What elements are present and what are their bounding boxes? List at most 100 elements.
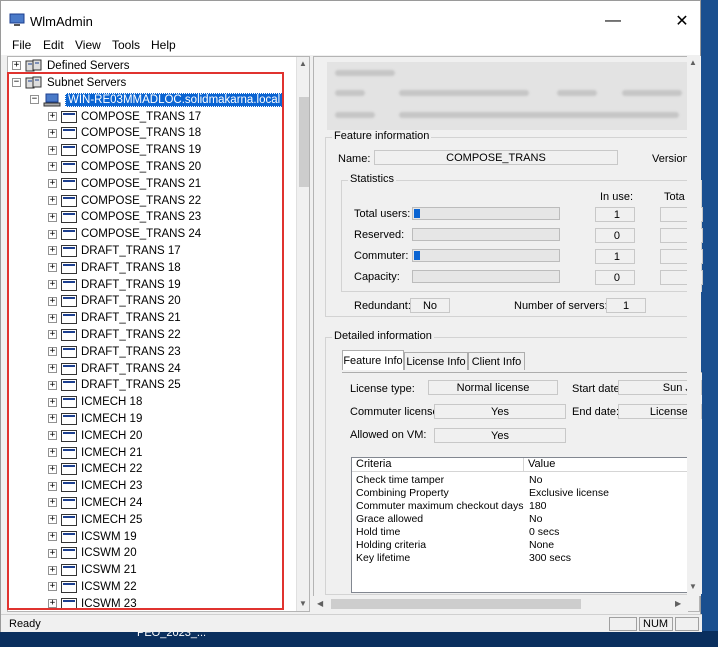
menu-tools[interactable]: Tools: [112, 38, 140, 52]
minimize-button[interactable]: —: [590, 7, 636, 35]
scroll-up-icon[interactable]: ▲: [689, 58, 697, 67]
expand-icon[interactable]: +: [48, 464, 57, 474]
close-button[interactable]: ✕: [659, 7, 705, 35]
value-cell: 180: [529, 500, 547, 512]
tree-item-feature[interactable]: + DRAFT_TRANS 18: [48, 259, 181, 276]
scroll-down-icon[interactable]: ▼: [689, 582, 697, 591]
tree-item-feature[interactable]: + COMPOSE_TRANS 22: [48, 192, 201, 209]
expand-icon[interactable]: +: [48, 498, 57, 508]
tree-item-feature[interactable]: + ICMECH 20: [48, 427, 142, 444]
tree-item-label: DRAFT_TRANS 20: [81, 295, 181, 308]
tree-item-feature[interactable]: + COMPOSE_TRANS 17: [48, 108, 201, 125]
column-header-value[interactable]: Value: [524, 458, 688, 472]
tree-item-feature[interactable]: + ICSWM 22: [48, 578, 137, 595]
tree-item-feature[interactable]: + COMPOSE_TRANS 19: [48, 142, 201, 159]
expand-icon[interactable]: +: [48, 397, 57, 407]
tab-feature-info[interactable]: Feature Info: [342, 350, 404, 370]
expand-icon[interactable]: +: [48, 565, 57, 575]
tree-item-feature[interactable]: + ICMECH 23: [48, 478, 142, 495]
expand-icon[interactable]: +: [48, 246, 57, 256]
tree-item-feature[interactable]: + COMPOSE_TRANS 20: [48, 158, 201, 175]
scroll-right-icon[interactable]: ▶: [675, 599, 681, 608]
tree-item-label: Defined Servers: [47, 59, 130, 72]
expand-icon[interactable]: +: [48, 431, 57, 441]
tree-item-feature[interactable]: + ICMECH 24: [48, 494, 142, 511]
blurred-server-info: [327, 62, 687, 130]
scrollbar-thumb[interactable]: [331, 599, 581, 609]
expand-icon[interactable]: +: [48, 313, 57, 323]
server-tree[interactable]: + Defined Servers − Subnet Servers − WIN…: [7, 56, 310, 612]
expand-icon[interactable]: +: [48, 347, 57, 357]
details-horizontal-scrollbar[interactable]: ◀ ▶: [313, 596, 688, 612]
menu-help[interactable]: Help: [151, 38, 176, 52]
collapse-icon[interactable]: −: [30, 95, 39, 104]
scroll-left-icon[interactable]: ◀: [317, 599, 323, 608]
expand-icon[interactable]: +: [48, 296, 57, 306]
expand-icon[interactable]: +: [48, 582, 57, 592]
tree-item-feature[interactable]: + COMPOSE_TRANS 23: [48, 209, 201, 226]
computer-icon: [43, 93, 61, 106]
expand-icon[interactable]: +: [48, 179, 57, 189]
tree-item-feature[interactable]: + DRAFT_TRANS 19: [48, 276, 181, 293]
tree-item-feature[interactable]: + DRAFT_TRANS 23: [48, 343, 181, 360]
expand-icon[interactable]: +: [48, 481, 57, 491]
expand-icon[interactable]: +: [48, 212, 57, 222]
expand-icon[interactable]: +: [48, 280, 57, 289]
scrollbar-thumb[interactable]: [299, 97, 309, 187]
feature-icon: [61, 429, 77, 442]
tree-item-feature[interactable]: + ICMECH 18: [48, 394, 142, 411]
tree-item-feature[interactable]: + COMPOSE_TRANS 18: [48, 125, 201, 142]
menu-edit[interactable]: Edit: [43, 38, 64, 52]
scroll-up-icon[interactable]: ▲: [299, 59, 307, 68]
expand-icon[interactable]: +: [48, 548, 57, 558]
expand-icon[interactable]: +: [12, 61, 21, 70]
expand-icon[interactable]: +: [48, 599, 57, 609]
expand-icon[interactable]: +: [48, 145, 57, 155]
tree-item-feature[interactable]: + ICMECH 19: [48, 410, 142, 427]
tree-item-feature[interactable]: + ICMECH 25: [48, 511, 142, 528]
expand-icon[interactable]: +: [48, 162, 57, 172]
tab-license-info[interactable]: License Info: [404, 352, 468, 370]
tree-vertical-scrollbar[interactable]: ▲ ▼: [296, 57, 309, 611]
details-vertical-scrollbar[interactable]: ▲ ▼: [687, 56, 701, 596]
tree-item-defined-servers[interactable]: + Defined Servers: [12, 57, 129, 74]
tree-item-label: COMPOSE_TRANS 23: [81, 211, 202, 224]
tree-item-feature[interactable]: + ICMECH 21: [48, 444, 142, 461]
tree-item-feature[interactable]: + DRAFT_TRANS 21: [48, 310, 181, 327]
expand-icon[interactable]: +: [48, 532, 57, 541]
tree-item-feature[interactable]: + ICSWM 21: [48, 562, 137, 579]
menu-view[interactable]: View: [75, 38, 101, 52]
criteria-list[interactable]: Criteria Value Check time tamper No Combin…: [351, 457, 689, 593]
feature-icon: [61, 177, 77, 190]
expand-icon[interactable]: +: [48, 263, 57, 273]
expand-icon[interactable]: +: [48, 112, 57, 121]
tree-item-feature[interactable]: + ICSWM 19: [48, 528, 137, 545]
expand-icon[interactable]: +: [48, 515, 57, 525]
tree-item-feature[interactable]: + ICSWM 23: [48, 595, 137, 611]
tree-item-feature[interactable]: + ICSWM 20: [48, 545, 137, 562]
tab-client-info[interactable]: Client Info: [468, 352, 525, 370]
collapse-icon[interactable]: −: [12, 78, 21, 87]
tree-item-feature[interactable]: + COMPOSE_TRANS 21: [48, 175, 201, 192]
tree-item-feature[interactable]: + COMPOSE_TRANS 24: [48, 226, 201, 243]
tree-item-feature[interactable]: + DRAFT_TRANS 24: [48, 360, 181, 377]
expand-icon[interactable]: +: [48, 229, 57, 239]
tree-item-feature[interactable]: + DRAFT_TRANS 17: [48, 242, 181, 259]
expand-icon[interactable]: +: [48, 128, 57, 138]
expand-icon[interactable]: +: [48, 414, 57, 424]
column-header-criteria[interactable]: Criteria: [352, 458, 524, 472]
expand-icon[interactable]: +: [48, 448, 57, 457]
tree-item-feature[interactable]: + DRAFT_TRANS 22: [48, 326, 181, 343]
expand-icon[interactable]: +: [48, 380, 57, 390]
expand-icon[interactable]: +: [48, 364, 57, 373]
expand-icon[interactable]: +: [48, 196, 57, 205]
tree-item-feature[interactable]: + DRAFT_TRANS 20: [48, 293, 181, 310]
scroll-down-icon[interactable]: ▼: [299, 599, 307, 608]
menu-file[interactable]: File: [12, 38, 31, 52]
tree-item-subnet-servers[interactable]: − Subnet Servers: [12, 74, 126, 91]
expand-icon[interactable]: +: [48, 330, 57, 340]
tree-item-server[interactable]: − WIN-RE03MMADLOC.solidmakarna.local: [30, 91, 284, 108]
group-label: Feature information: [332, 130, 432, 142]
tree-item-feature[interactable]: + ICMECH 22: [48, 461, 142, 478]
tree-item-feature[interactable]: + DRAFT_TRANS 25: [48, 377, 181, 394]
